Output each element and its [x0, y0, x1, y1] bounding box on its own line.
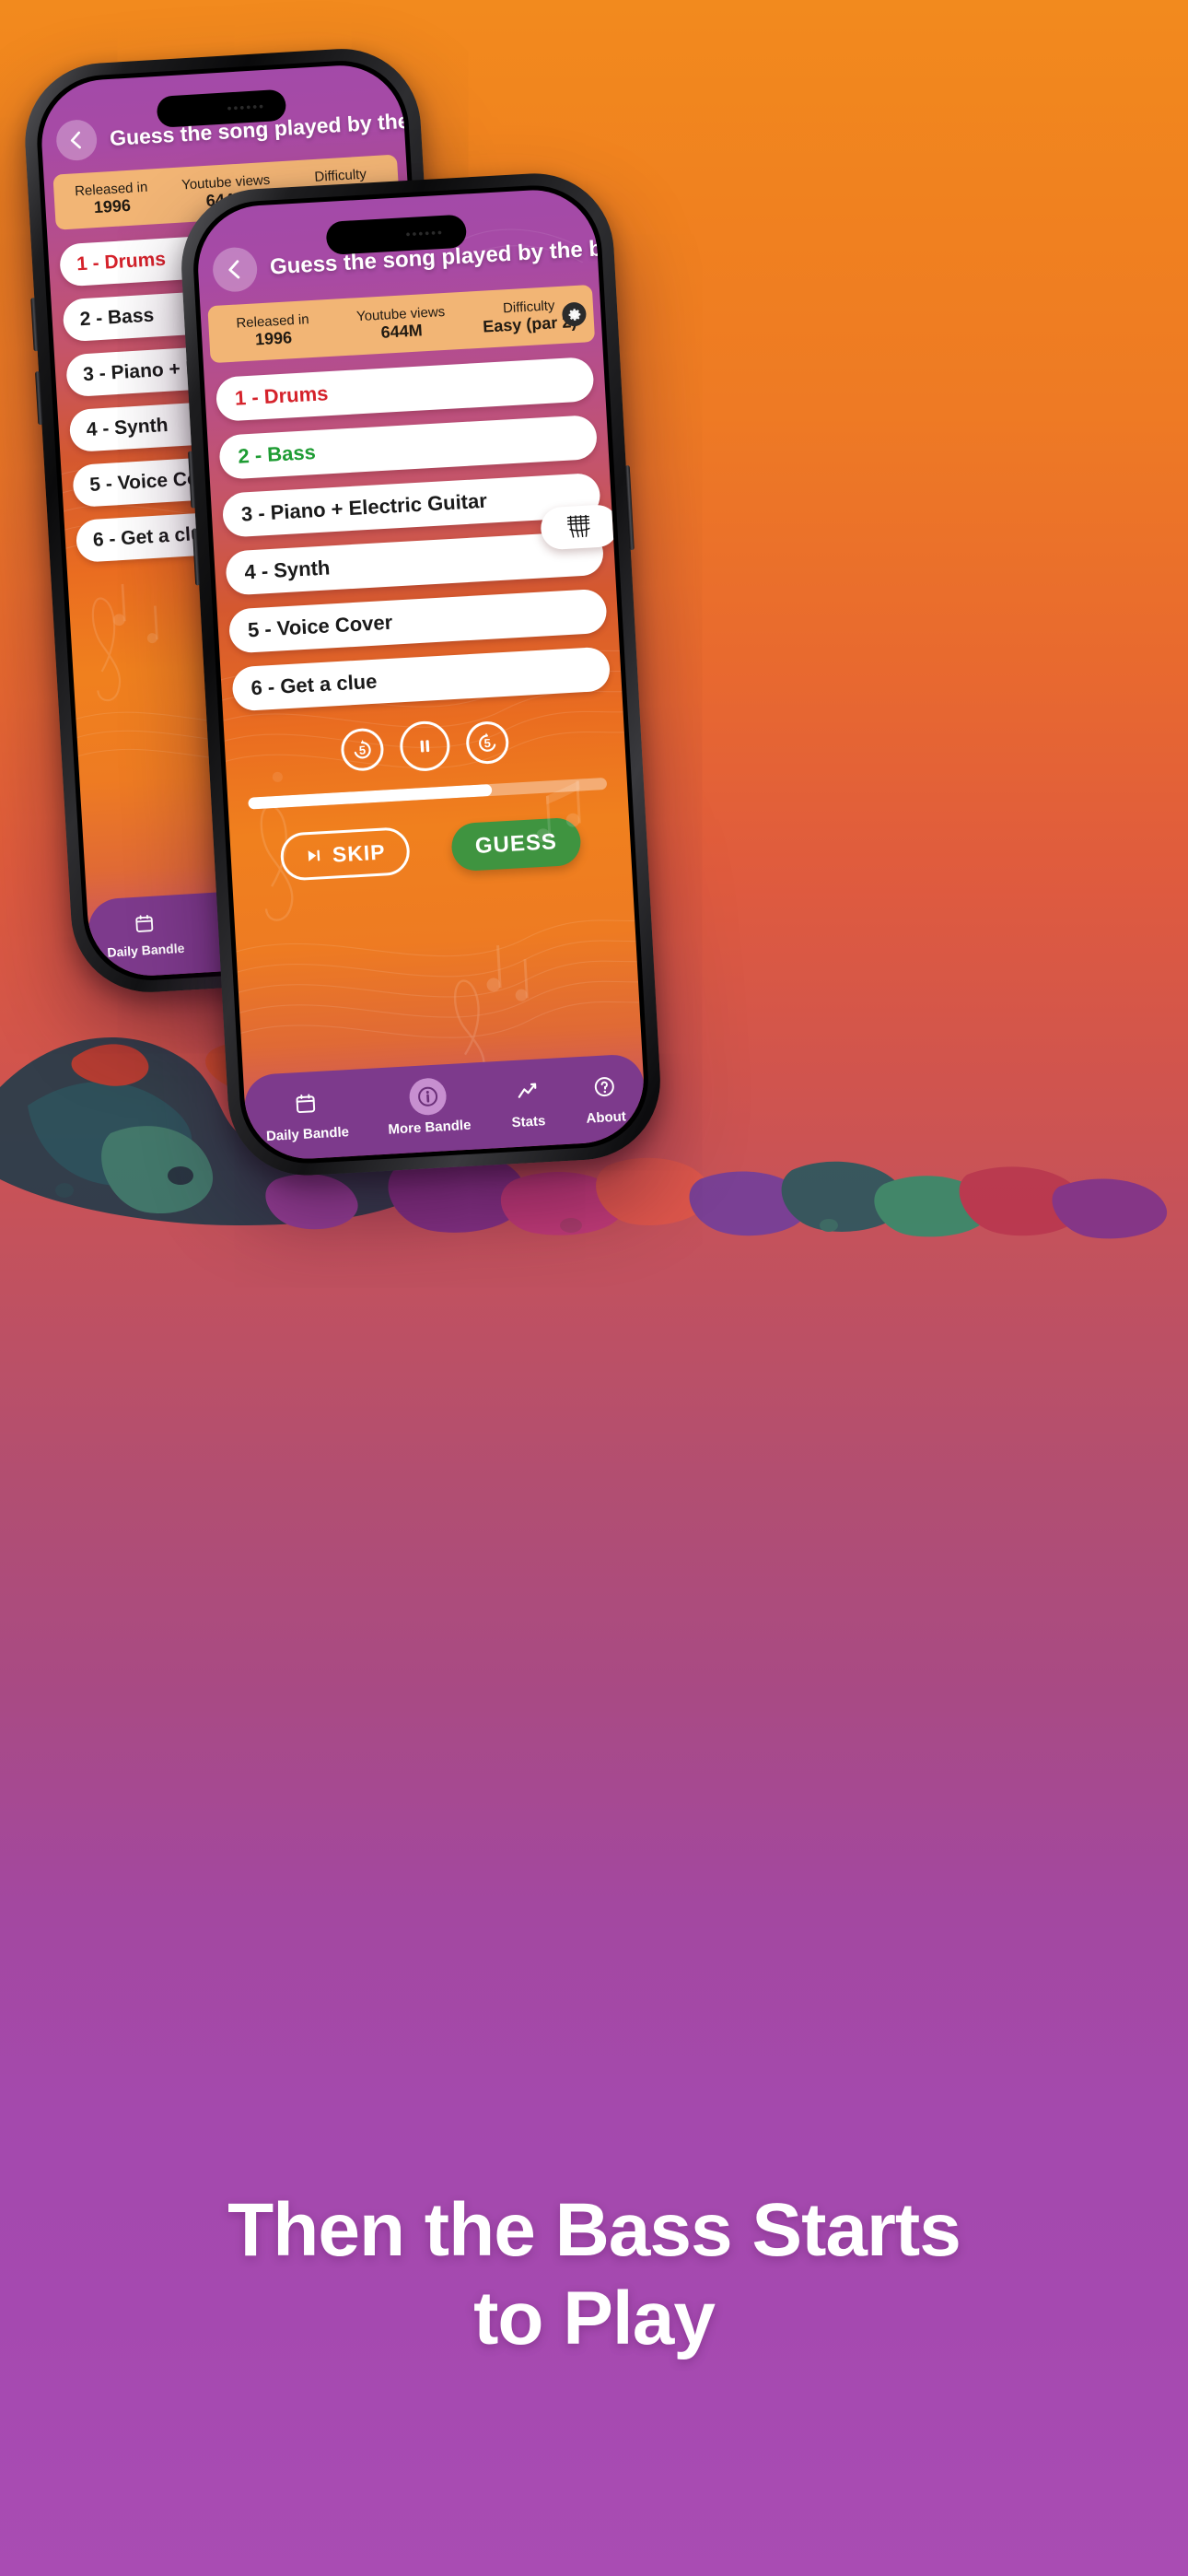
forward-5-button[interactable]: 5 — [465, 720, 510, 766]
track-label: 6 - Get a clue — [250, 669, 378, 700]
hand-cursor-glyph — [566, 514, 590, 538]
skip-button[interactable]: SKIP — [279, 826, 412, 882]
track-label: 1 - Drums — [234, 381, 329, 410]
question-circle-icon — [585, 1067, 623, 1106]
info-cell-youtube-views: Youtube views 644M — [336, 303, 466, 345]
back-button[interactable] — [211, 246, 259, 293]
island-sensors-front: •••••• — [405, 224, 445, 242]
track-label: 4 - Synth — [86, 414, 169, 441]
info-circle-icon — [408, 1077, 448, 1117]
power-button-front[interactable] — [624, 464, 635, 551]
track-row-get-a-clue[interactable]: 6 - Get a clue — [231, 646, 611, 712]
volume-down-button-back[interactable] — [35, 370, 43, 426]
info-cell-released: Released in 1996 — [208, 310, 338, 353]
volume-up-button-back[interactable] — [30, 298, 39, 352]
calendar-icon — [286, 1084, 325, 1123]
track-row-bass[interactable]: 2 - Bass — [218, 414, 620, 551]
app-screen-front: •••••• Guess the song played by the band… — [194, 186, 647, 1163]
pause-button[interactable] — [398, 720, 451, 773]
hand-pointer-icon — [540, 503, 620, 551]
playback-progress-fill — [248, 783, 493, 810]
track-label: 5 - Voice Cover — [247, 610, 393, 642]
playback-progress-bar[interactable] — [248, 777, 608, 810]
tab-label: Daily Bandle — [106, 940, 185, 960]
tab-about[interactable]: About — [584, 1067, 627, 1127]
caption-line-2: to Play — [473, 2277, 716, 2360]
track-row-drums[interactable]: 1 - Drums — [215, 357, 595, 422]
tab-label: More Bandle — [388, 1117, 472, 1138]
track-label: 2 - Bass — [79, 304, 155, 331]
song-info-bar: Released in 1996 Youtube views 644M Diff… — [207, 284, 596, 364]
skip-label: SKIP — [332, 838, 387, 867]
caption-line-1: Then the Bass Starts — [227, 2188, 961, 2272]
pause-icon — [420, 740, 430, 753]
guess-label: GUESS — [474, 829, 558, 859]
rewind-5-button[interactable]: 5 — [340, 727, 385, 772]
phone-bezel-front: •••••• Guess the song played by the band… — [190, 181, 652, 1167]
promo-caption: Then the Bass Starts to Play — [0, 2193, 1188, 2357]
phone-mockup-front: •••••• Guess the song played by the band… — [177, 169, 665, 1180]
track-label: 4 - Synth — [243, 556, 331, 584]
track-label: 1 - Drums — [76, 248, 167, 275]
tab-label: Daily Bandle — [265, 1124, 350, 1145]
action-buttons: SKIP GUESS — [229, 814, 631, 884]
tab-daily-bandle[interactable]: Daily Bandle — [263, 1083, 349, 1144]
track-row-voice-cover[interactable]: 5 - Voice Cover — [227, 588, 608, 654]
tab-more-bandle[interactable]: More Bandle — [386, 1076, 472, 1138]
info-cell-released-back: Released in 1996 — [53, 178, 170, 219]
playback-controls: 5 5 — [224, 710, 625, 782]
calendar-icon — [128, 907, 161, 940]
track-list: 1 - Drums 2 - Bass 3 - Piano + Electric … — [215, 357, 620, 712]
guess-button[interactable]: GUESS — [450, 816, 582, 872]
track-label: 2 - Bass — [237, 440, 317, 468]
bottom-tab-bar: Daily Bandle More Bandle Stats About — [243, 1053, 647, 1163]
arrow-left-icon — [228, 260, 240, 279]
forward-seconds-label: 5 — [483, 735, 492, 751]
tab-stats[interactable]: Stats — [507, 1071, 547, 1130]
tab-label: About — [586, 1108, 627, 1127]
gear-icon — [568, 308, 580, 321]
tab-daily-bandle-back[interactable]: Daily Bandle — [105, 906, 185, 960]
tab-label: Stats — [511, 1113, 546, 1131]
island-sensors-back: •••••• — [227, 98, 266, 116]
track-label: 3 - Piano + Electric Guitar — [240, 488, 488, 526]
chart-line-icon — [507, 1071, 546, 1110]
skip-next-icon — [308, 849, 320, 861]
rewind-seconds-label: 5 — [358, 743, 367, 757]
back-button-back[interactable] — [54, 118, 99, 162]
arrow-left-icon — [70, 131, 81, 149]
